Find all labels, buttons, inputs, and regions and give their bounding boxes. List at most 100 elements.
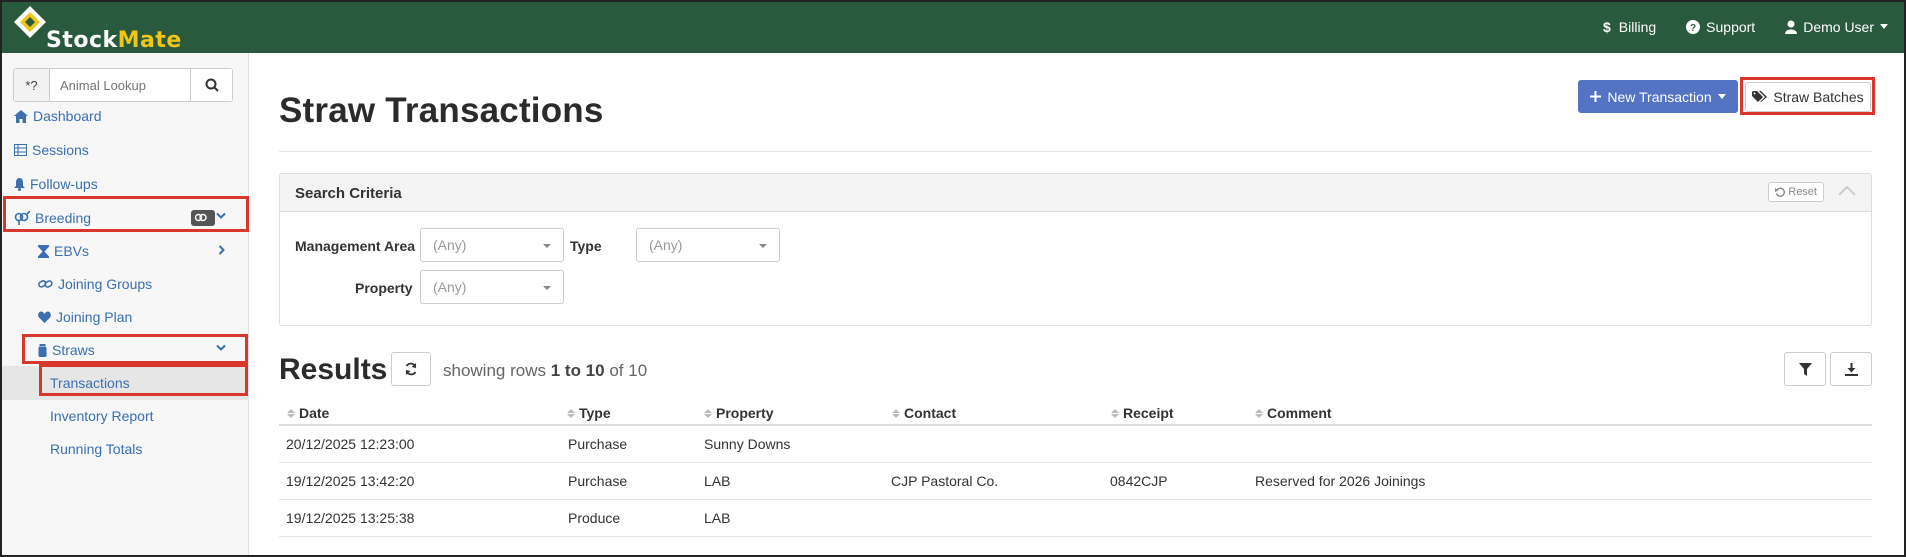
- sort-icon: [704, 408, 712, 418]
- animal-lookup-input[interactable]: [50, 69, 190, 101]
- column-header[interactable]: Comment: [1255, 405, 1332, 421]
- sidebar-label-joining-plan: Joining Plan: [56, 309, 133, 325]
- table-row[interactable]: 19/12/2025 13:25:38 Produce LAB: [279, 500, 1872, 537]
- sidebar-item-followups[interactable]: Follow-ups: [0, 167, 249, 201]
- type-select[interactable]: (Any): [636, 228, 780, 262]
- logo-wordmark: StockMate: [46, 28, 182, 53]
- question-circle-icon: ?: [1686, 19, 1701, 34]
- property-value: (Any): [433, 279, 467, 295]
- title-divider: [279, 151, 1872, 152]
- table-cell: Purchase: [568, 473, 628, 489]
- svg-text:$: $: [1603, 20, 1611, 34]
- lookup-search-button[interactable]: [190, 69, 232, 101]
- type-value: (Any): [649, 237, 683, 253]
- table-cell: CJP Pastoral Co.: [891, 473, 999, 489]
- animal-lookup: *?: [13, 68, 233, 102]
- search-criteria-panel: Search Criteria Reset Management Area (A…: [279, 173, 1872, 326]
- chevron-down-icon: [216, 344, 226, 351]
- search-criteria-header: Search Criteria Reset: [280, 174, 1871, 212]
- straw-batches-button[interactable]: Straw Batches: [1745, 82, 1871, 112]
- sidebar-label-ebvs: EBVs: [54, 243, 90, 259]
- table-cell: 20/12/2025 12:23:00: [286, 436, 415, 452]
- new-transaction-label: New Transaction: [1607, 88, 1712, 105]
- sidebar-item-breeding[interactable]: Breeding: [0, 201, 249, 235]
- sidebar-label-straws: Straws: [52, 342, 95, 358]
- download-button[interactable]: [1830, 352, 1872, 386]
- gender-icon: [14, 211, 30, 225]
- dollar-icon: $: [1603, 20, 1611, 34]
- column-header[interactable]: Contact: [892, 405, 956, 421]
- column-header-label: Type: [579, 405, 611, 421]
- link-icon: [38, 280, 53, 288]
- new-transaction-button[interactable]: New Transaction: [1578, 80, 1738, 113]
- reset-button[interactable]: Reset: [1768, 182, 1824, 202]
- heart-icon: [38, 311, 51, 323]
- search-criteria-title: Search Criteria: [295, 185, 402, 202]
- sidebar-label-breeding: Breeding: [35, 210, 92, 226]
- column-header[interactable]: Date: [287, 405, 329, 421]
- vial-icon: [38, 343, 47, 357]
- caret-down-icon: [543, 244, 551, 248]
- refresh-icon: [405, 362, 417, 376]
- logo-word-1: Stock: [46, 28, 118, 53]
- download-icon: [1844, 362, 1858, 376]
- management-area-select[interactable]: (Any): [420, 228, 564, 262]
- column-header[interactable]: Property: [704, 405, 774, 421]
- sidebar-label-sessions: Sessions: [32, 142, 89, 158]
- svg-text:?: ?: [1690, 23, 1696, 34]
- sidebar-item-joining-groups[interactable]: Joining Groups: [0, 267, 249, 301]
- column-header[interactable]: Type: [567, 405, 611, 421]
- undo-icon: [1775, 187, 1786, 197]
- breeding-badge: [191, 210, 215, 226]
- sort-icon: [1111, 408, 1119, 418]
- stockmate-logo[interactable]: StockMate: [12, 4, 212, 53]
- showing-total: 10: [628, 361, 648, 380]
- chevron-up-icon[interactable]: [1838, 185, 1856, 196]
- table-cell: Purchase: [568, 436, 628, 452]
- chevron-down-icon: [216, 212, 226, 219]
- management-area-value: (Any): [433, 237, 467, 253]
- top-nav-links: $ Billing ? Support Demo User: [1603, 0, 1888, 53]
- sort-icon: [287, 408, 295, 418]
- logo-icon: [14, 6, 46, 38]
- table-icon: [14, 144, 27, 156]
- table-body: 20/12/2025 12:23:00 Purchase Sunny Downs 19…: [279, 426, 1872, 537]
- sidebar-item-running-totals[interactable]: Running Totals: [0, 432, 249, 466]
- column-header[interactable]: Receipt: [1111, 405, 1174, 421]
- gender-badge-icon: [194, 213, 207, 222]
- showing-range: 1 to 10: [550, 361, 605, 380]
- sort-icon: [1255, 408, 1263, 418]
- table-row[interactable]: 20/12/2025 12:23:00 Purchase Sunny Downs: [279, 426, 1872, 463]
- sidebar: *? Dashboard Sessions Follow-ups Breedin…: [0, 53, 249, 557]
- filter-button[interactable]: [1784, 352, 1826, 386]
- billing-link[interactable]: $ Billing: [1603, 19, 1656, 35]
- sidebar-item-transactions[interactable]: Transactions: [0, 366, 249, 400]
- user-label: Demo User: [1803, 18, 1874, 35]
- lookup-prefix[interactable]: *?: [14, 69, 50, 101]
- sidebar-item-joining-plan[interactable]: Joining Plan: [0, 300, 249, 334]
- column-header-label: Property: [716, 405, 774, 421]
- bell-icon: [14, 177, 25, 191]
- table-cell: 19/12/2025 13:25:38: [286, 510, 415, 526]
- sidebar-label-running-totals: Running Totals: [50, 441, 143, 457]
- refresh-button[interactable]: [391, 352, 431, 386]
- search-icon: [205, 78, 219, 92]
- table-cell: LAB: [704, 473, 731, 489]
- sidebar-item-dashboard[interactable]: Dashboard: [0, 99, 249, 133]
- support-link[interactable]: ? Support: [1686, 19, 1755, 35]
- sidebar-item-ebvs[interactable]: EBVs: [0, 234, 249, 268]
- straw-batches-label: Straw Batches: [1773, 89, 1864, 105]
- home-icon: [14, 109, 28, 123]
- logo-word-2: Mate: [117, 28, 182, 53]
- sidebar-item-inventory-report[interactable]: Inventory Report: [0, 399, 249, 433]
- user-menu[interactable]: Demo User: [1785, 19, 1888, 35]
- property-label: Property: [355, 280, 413, 296]
- property-select[interactable]: (Any): [420, 270, 564, 304]
- tags-icon: [1752, 91, 1768, 102]
- column-header-label: Contact: [904, 405, 957, 421]
- table-cell: Sunny Downs: [704, 436, 791, 452]
- sidebar-item-sessions[interactable]: Sessions: [0, 133, 249, 167]
- sidebar-item-straws[interactable]: Straws: [0, 333, 249, 367]
- sidebar-label-dashboard: Dashboard: [33, 108, 102, 124]
- table-row[interactable]: 19/12/2025 13:42:20 Purchase LAB CJP Pastor…: [279, 463, 1872, 500]
